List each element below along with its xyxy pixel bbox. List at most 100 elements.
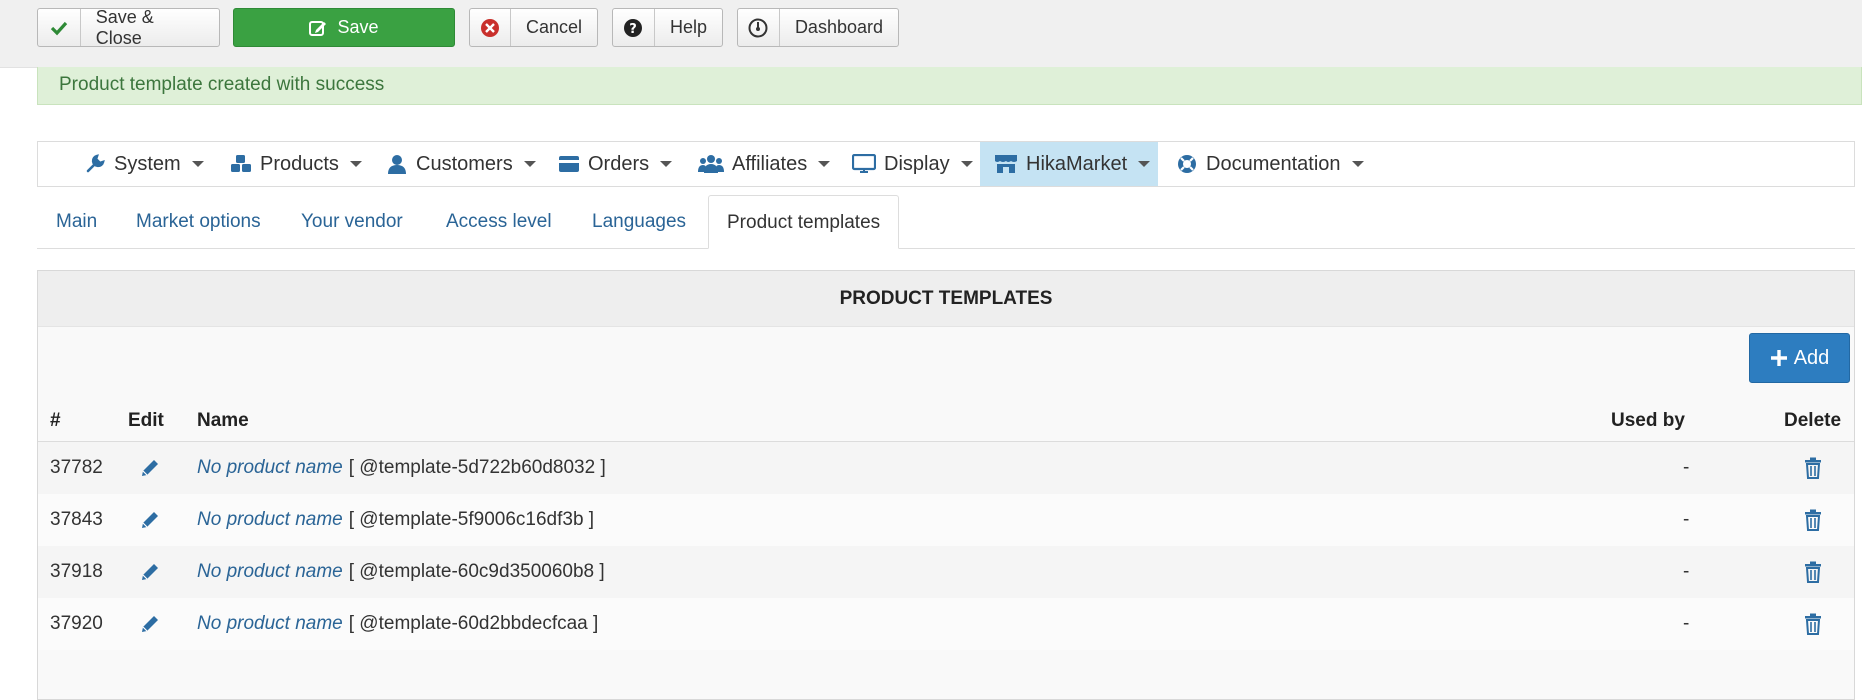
tab-product-templates[interactable]: Product templates: [708, 195, 900, 249]
tab-market-options[interactable]: Market options: [136, 195, 261, 248]
menu-hikamarket-label: HikaMarket: [1026, 152, 1128, 175]
caret-down-icon: [1138, 161, 1151, 167]
menu-affiliates-label: Affiliates: [732, 152, 808, 175]
template-code: [ @template-60c9d350060b8 ]: [348, 561, 605, 582]
table-row: 37782 No product name [ @template-5d722b…: [38, 442, 1854, 495]
menu-orders[interactable]: Orders: [558, 142, 673, 186]
tab-languages[interactable]: Languages: [592, 195, 686, 248]
save-button[interactable]: Save: [233, 8, 455, 47]
dashboard-label: Dashboard: [794, 17, 883, 37]
col-id: #: [50, 410, 61, 431]
col-name: Name: [197, 410, 249, 431]
menu-customers-label: Customers: [416, 152, 513, 175]
row-id: 37843: [50, 509, 103, 530]
col-used-by: Used by: [1611, 410, 1685, 431]
tab-your-vendor[interactable]: Your vendor: [301, 195, 403, 248]
caret-down-icon: [960, 161, 973, 167]
user-icon: [386, 153, 408, 175]
lifebuoy-icon: [1176, 153, 1198, 175]
pencil-icon[interactable]: [139, 598, 161, 650]
product-name-link[interactable]: No product name: [197, 457, 343, 479]
menu-products-label: Products: [260, 152, 339, 175]
menu-hikamarket[interactable]: HikaMarket: [980, 142, 1158, 186]
add-template-button[interactable]: Add: [1749, 333, 1850, 383]
tab-access-level[interactable]: Access level: [446, 195, 552, 248]
template-name: No product name [ @template-60c9d350060b…: [197, 546, 605, 598]
col-delete: Delete: [1784, 410, 1842, 431]
svg-text:?: ?: [630, 22, 638, 37]
template-name: No product name [ @template-60d2bbdecfca…: [197, 598, 598, 650]
table-row: 37918 No product name [ @template-60c9d3…: [38, 546, 1854, 599]
users-icon: [698, 153, 724, 175]
used-by-value: -: [1683, 457, 1690, 478]
col-edit: Edit: [128, 410, 164, 431]
trash-icon[interactable]: [1804, 546, 1822, 598]
product-name-link[interactable]: No product name: [197, 509, 343, 531]
used-by-value: -: [1683, 613, 1690, 634]
menu-display[interactable]: Display: [852, 142, 973, 186]
question-circle-icon: ?: [613, 9, 655, 46]
check-icon: [38, 9, 81, 46]
row-id: 37918: [50, 561, 103, 582]
save-close-label: Save & Close: [95, 6, 154, 48]
template-code: [ @template-5f9006c16df3b ]: [348, 509, 595, 530]
caret-down-icon: [660, 161, 673, 167]
menu-system-label: System: [114, 152, 181, 175]
template-name: No product name [ @template-5d722b60d803…: [197, 442, 606, 494]
dashboard-button[interactable]: Dashboard: [737, 8, 899, 47]
product-templates-panel: PRODUCT TEMPLATES Add # Edit Name Used b…: [37, 270, 1855, 700]
panel-title: PRODUCT TEMPLATES: [38, 271, 1854, 327]
main-menu: System Products Customers Orders Affilia…: [37, 141, 1855, 187]
table-row: 37843 No product name [ @template-5f9006…: [38, 494, 1854, 547]
edit-square-icon: [309, 19, 327, 37]
success-alert: Product template created with success: [37, 67, 1862, 105]
menu-documentation[interactable]: Documentation: [1176, 142, 1364, 186]
cancel-label: Cancel: [525, 17, 582, 37]
trash-icon[interactable]: [1804, 442, 1822, 494]
menu-products[interactable]: Products: [230, 142, 362, 186]
cancel-circle-icon: [470, 9, 511, 46]
credit-card-icon: [558, 153, 580, 175]
trash-icon[interactable]: [1804, 598, 1822, 650]
product-name-link[interactable]: No product name: [197, 613, 343, 635]
product-name-link[interactable]: No product name: [197, 561, 343, 583]
used-by-value: -: [1683, 561, 1690, 582]
used-by-value: -: [1683, 509, 1690, 530]
menu-customers[interactable]: Customers: [386, 142, 536, 186]
monitor-icon: [852, 153, 876, 175]
save-label: Save: [337, 17, 379, 37]
pencil-icon[interactable]: [139, 546, 161, 598]
help-button[interactable]: ? Help: [612, 8, 723, 47]
wrench-icon: [84, 153, 106, 175]
caret-down-icon: [818, 161, 831, 167]
menu-documentation-label: Documentation: [1206, 152, 1341, 175]
pencil-icon[interactable]: [139, 494, 161, 546]
add-label: Add: [1793, 346, 1830, 369]
menu-display-label: Display: [884, 152, 950, 175]
caret-down-icon: [349, 161, 362, 167]
trash-icon[interactable]: [1804, 494, 1822, 546]
pencil-icon[interactable]: [139, 442, 161, 494]
help-label: Help: [669, 17, 707, 37]
row-id: 37920: [50, 613, 103, 634]
template-code: [ @template-60d2bbdecfcaa ]: [348, 613, 599, 634]
tab-main[interactable]: Main: [56, 195, 97, 248]
table-row: 37920 No product name [ @template-60d2bb…: [38, 598, 1854, 650]
dashboard-gauge-icon: [738, 9, 780, 46]
template-name: No product name [ @template-5f9006c16df3…: [197, 494, 594, 546]
caret-down-icon: [523, 161, 536, 167]
settings-tabs: Main Market options Your vendor Access l…: [37, 195, 1855, 249]
caret-down-icon: [191, 161, 204, 167]
cubes-icon: [230, 153, 252, 175]
save-close-button[interactable]: Save & Close: [37, 6, 220, 48]
menu-system[interactable]: System: [84, 142, 204, 186]
row-id: 37782: [50, 457, 103, 478]
template-code: [ @template-5d722b60d8032 ]: [348, 457, 606, 478]
menu-affiliates[interactable]: Affiliates: [698, 142, 831, 186]
store-icon: [994, 153, 1018, 175]
caret-down-icon: [1351, 161, 1364, 167]
cancel-button[interactable]: Cancel: [469, 8, 598, 47]
table-header: # Edit Name Used by Delete: [38, 401, 1854, 442]
menu-orders-label: Orders: [588, 152, 650, 175]
plus-icon: [1770, 350, 1787, 366]
